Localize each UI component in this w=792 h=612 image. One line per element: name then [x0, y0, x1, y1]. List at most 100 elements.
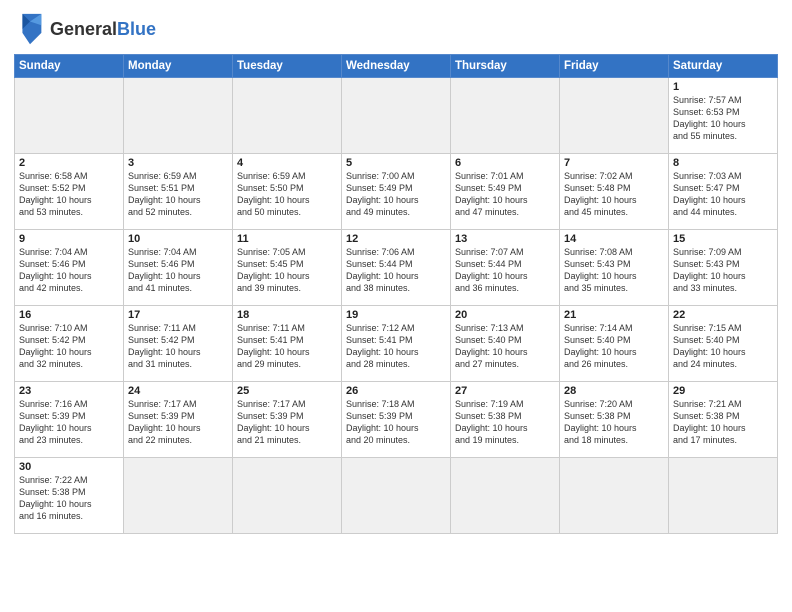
calendar-cell: 15Sunrise: 7:09 AM Sunset: 5:43 PM Dayli… — [669, 230, 778, 306]
weekday-header-monday: Monday — [124, 55, 233, 78]
day-info: Sunrise: 6:59 AM Sunset: 5:50 PM Dayligh… — [237, 170, 337, 219]
calendar-cell: 26Sunrise: 7:18 AM Sunset: 5:39 PM Dayli… — [342, 382, 451, 458]
calendar-cell: 4Sunrise: 6:59 AM Sunset: 5:50 PM Daylig… — [233, 154, 342, 230]
day-number: 17 — [128, 309, 228, 321]
day-number: 23 — [19, 385, 119, 397]
calendar-cell: 22Sunrise: 7:15 AM Sunset: 5:40 PM Dayli… — [669, 306, 778, 382]
day-info: Sunrise: 7:18 AM Sunset: 5:39 PM Dayligh… — [346, 398, 446, 447]
calendar-cell: 14Sunrise: 7:08 AM Sunset: 5:43 PM Dayli… — [560, 230, 669, 306]
day-info: Sunrise: 7:57 AM Sunset: 6:53 PM Dayligh… — [673, 94, 773, 143]
day-number: 16 — [19, 309, 119, 321]
day-info: Sunrise: 7:04 AM Sunset: 5:46 PM Dayligh… — [128, 246, 228, 295]
calendar-cell: 29Sunrise: 7:21 AM Sunset: 5:38 PM Dayli… — [669, 382, 778, 458]
day-info: Sunrise: 7:05 AM Sunset: 5:45 PM Dayligh… — [237, 246, 337, 295]
day-number: 2 — [19, 157, 119, 169]
day-number: 11 — [237, 233, 337, 245]
generalblue-logo-icon — [14, 12, 46, 48]
calendar-cell — [233, 458, 342, 534]
day-info: Sunrise: 7:16 AM Sunset: 5:39 PM Dayligh… — [19, 398, 119, 447]
day-number: 24 — [128, 385, 228, 397]
page: GeneralBlue SundayMondayTuesdayWednesday… — [0, 0, 792, 612]
day-info: Sunrise: 7:10 AM Sunset: 5:42 PM Dayligh… — [19, 322, 119, 371]
weekday-header-saturday: Saturday — [669, 55, 778, 78]
day-number: 13 — [455, 233, 555, 245]
day-info: Sunrise: 7:20 AM Sunset: 5:38 PM Dayligh… — [564, 398, 664, 447]
calendar-cell: 7Sunrise: 7:02 AM Sunset: 5:48 PM Daylig… — [560, 154, 669, 230]
day-number: 1 — [673, 81, 773, 93]
day-number: 9 — [19, 233, 119, 245]
calendar-cell — [124, 78, 233, 154]
calendar-cell: 9Sunrise: 7:04 AM Sunset: 5:46 PM Daylig… — [15, 230, 124, 306]
day-number: 26 — [346, 385, 446, 397]
day-info: Sunrise: 7:04 AM Sunset: 5:46 PM Dayligh… — [19, 246, 119, 295]
calendar-cell — [15, 78, 124, 154]
day-info: Sunrise: 7:12 AM Sunset: 5:41 PM Dayligh… — [346, 322, 446, 371]
calendar-cell: 16Sunrise: 7:10 AM Sunset: 5:42 PM Dayli… — [15, 306, 124, 382]
day-number: 6 — [455, 157, 555, 169]
day-info: Sunrise: 7:14 AM Sunset: 5:40 PM Dayligh… — [564, 322, 664, 371]
calendar-cell — [560, 458, 669, 534]
header: GeneralBlue — [14, 10, 778, 48]
calendar-cell — [669, 458, 778, 534]
calendar-cell — [560, 78, 669, 154]
day-info: Sunrise: 7:17 AM Sunset: 5:39 PM Dayligh… — [237, 398, 337, 447]
weekday-header-thursday: Thursday — [451, 55, 560, 78]
calendar-cell: 3Sunrise: 6:59 AM Sunset: 5:51 PM Daylig… — [124, 154, 233, 230]
calendar-cell: 19Sunrise: 7:12 AM Sunset: 5:41 PM Dayli… — [342, 306, 451, 382]
day-info: Sunrise: 7:08 AM Sunset: 5:43 PM Dayligh… — [564, 246, 664, 295]
day-info: Sunrise: 6:59 AM Sunset: 5:51 PM Dayligh… — [128, 170, 228, 219]
day-number: 8 — [673, 157, 773, 169]
calendar-cell: 27Sunrise: 7:19 AM Sunset: 5:38 PM Dayli… — [451, 382, 560, 458]
day-info: Sunrise: 7:02 AM Sunset: 5:48 PM Dayligh… — [564, 170, 664, 219]
calendar-cell — [124, 458, 233, 534]
calendar-cell: 20Sunrise: 7:13 AM Sunset: 5:40 PM Dayli… — [451, 306, 560, 382]
week-row-4: 23Sunrise: 7:16 AM Sunset: 5:39 PM Dayli… — [15, 382, 778, 458]
day-info: Sunrise: 7:11 AM Sunset: 5:41 PM Dayligh… — [237, 322, 337, 371]
logo-area: GeneralBlue — [14, 10, 156, 48]
day-number: 22 — [673, 309, 773, 321]
calendar-cell: 11Sunrise: 7:05 AM Sunset: 5:45 PM Dayli… — [233, 230, 342, 306]
calendar-cell: 24Sunrise: 7:17 AM Sunset: 5:39 PM Dayli… — [124, 382, 233, 458]
calendar-cell: 8Sunrise: 7:03 AM Sunset: 5:47 PM Daylig… — [669, 154, 778, 230]
calendar-cell: 6Sunrise: 7:01 AM Sunset: 5:49 PM Daylig… — [451, 154, 560, 230]
day-info: Sunrise: 7:19 AM Sunset: 5:38 PM Dayligh… — [455, 398, 555, 447]
week-row-5: 30Sunrise: 7:22 AM Sunset: 5:38 PM Dayli… — [15, 458, 778, 534]
calendar-cell — [342, 78, 451, 154]
day-number: 7 — [564, 157, 664, 169]
day-number: 3 — [128, 157, 228, 169]
week-row-3: 16Sunrise: 7:10 AM Sunset: 5:42 PM Dayli… — [15, 306, 778, 382]
day-info: Sunrise: 7:07 AM Sunset: 5:44 PM Dayligh… — [455, 246, 555, 295]
weekday-header-row: SundayMondayTuesdayWednesdayThursdayFrid… — [15, 55, 778, 78]
weekday-header-friday: Friday — [560, 55, 669, 78]
logo-text: GeneralBlue — [50, 19, 156, 40]
day-info: Sunrise: 7:03 AM Sunset: 5:47 PM Dayligh… — [673, 170, 773, 219]
day-number: 14 — [564, 233, 664, 245]
day-number: 15 — [673, 233, 773, 245]
day-number: 21 — [564, 309, 664, 321]
calendar-cell: 10Sunrise: 7:04 AM Sunset: 5:46 PM Dayli… — [124, 230, 233, 306]
day-number: 29 — [673, 385, 773, 397]
calendar-cell: 18Sunrise: 7:11 AM Sunset: 5:41 PM Dayli… — [233, 306, 342, 382]
day-number: 25 — [237, 385, 337, 397]
calendar-cell: 1Sunrise: 7:57 AM Sunset: 6:53 PM Daylig… — [669, 78, 778, 154]
logo-line2: Blue — [117, 19, 156, 39]
day-number: 5 — [346, 157, 446, 169]
day-info: Sunrise: 7:00 AM Sunset: 5:49 PM Dayligh… — [346, 170, 446, 219]
day-info: Sunrise: 7:21 AM Sunset: 5:38 PM Dayligh… — [673, 398, 773, 447]
day-number: 30 — [19, 461, 119, 473]
calendar-cell: 13Sunrise: 7:07 AM Sunset: 5:44 PM Dayli… — [451, 230, 560, 306]
day-number: 12 — [346, 233, 446, 245]
day-info: Sunrise: 7:09 AM Sunset: 5:43 PM Dayligh… — [673, 246, 773, 295]
day-info: Sunrise: 7:01 AM Sunset: 5:49 PM Dayligh… — [455, 170, 555, 219]
logo-line1: General — [50, 19, 117, 39]
day-number: 19 — [346, 309, 446, 321]
calendar-cell — [342, 458, 451, 534]
day-info: Sunrise: 7:06 AM Sunset: 5:44 PM Dayligh… — [346, 246, 446, 295]
calendar-cell — [451, 78, 560, 154]
calendar-cell: 17Sunrise: 7:11 AM Sunset: 5:42 PM Dayli… — [124, 306, 233, 382]
calendar-cell: 25Sunrise: 7:17 AM Sunset: 5:39 PM Dayli… — [233, 382, 342, 458]
day-number: 4 — [237, 157, 337, 169]
calendar-cell — [451, 458, 560, 534]
day-number: 28 — [564, 385, 664, 397]
day-info: Sunrise: 7:11 AM Sunset: 5:42 PM Dayligh… — [128, 322, 228, 371]
